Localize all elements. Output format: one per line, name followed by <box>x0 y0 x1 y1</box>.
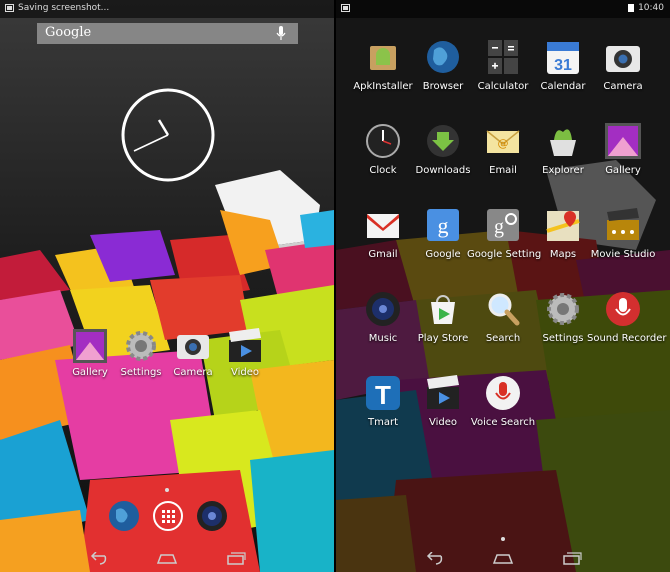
screenshot-icon <box>5 4 14 12</box>
home-app-video[interactable]: Video <box>215 328 275 378</box>
browser-globe-icon <box>427 41 459 73</box>
sound-recorder-icon <box>606 292 640 326</box>
gear-icon <box>547 293 579 325</box>
download-icon <box>427 125 459 157</box>
screenshot-icon <box>341 4 350 12</box>
all-apps-grid-icon[interactable] <box>152 500 184 532</box>
home-app-settings[interactable]: Settings <box>111 328 171 378</box>
status-time: 10:40 <box>638 3 664 13</box>
calculator-icon <box>488 40 518 74</box>
apk-installer-icon <box>370 46 396 70</box>
page-indicator-dot <box>501 537 505 541</box>
svg-text:@: @ <box>498 137 509 150</box>
home-icon[interactable] <box>156 552 178 564</box>
clock-icon <box>366 124 400 158</box>
tmart-icon: T <box>366 376 400 410</box>
svg-text:g: g <box>438 213 449 238</box>
google-search-label: Google <box>45 25 92 40</box>
navigation-bar <box>0 548 334 572</box>
drawer-app-label: Voice Search <box>470 417 536 428</box>
voice-search-icon <box>486 376 520 410</box>
camera-icon <box>606 46 640 72</box>
navigation-bar <box>336 548 670 572</box>
email-icon: @ <box>486 130 520 153</box>
home-screen: Saving screenshot... Google Gallery Sett… <box>0 0 334 572</box>
drawer-app-gallery[interactable]: Gallery <box>587 122 659 176</box>
home-icon[interactable] <box>492 552 514 564</box>
status-bar: 10:40 <box>336 0 670 18</box>
svg-text:T: T <box>375 380 391 410</box>
music-speaker-icon[interactable] <box>196 500 228 532</box>
drawer-app-movie-studio[interactable]: Movie Studio <box>587 206 659 260</box>
back-icon[interactable] <box>424 552 444 566</box>
drawer-app-sound-recorder[interactable]: Sound Recorder <box>587 290 667 344</box>
gallery-icon <box>605 123 641 159</box>
back-icon[interactable] <box>88 552 108 566</box>
maps-icon <box>546 211 580 241</box>
browser-globe-icon[interactable] <box>108 500 140 532</box>
search-icon <box>488 293 520 326</box>
home-app-label: Video <box>230 367 260 378</box>
google-settings-icon: g <box>487 209 519 241</box>
play-store-icon <box>431 295 455 324</box>
microphone-icon[interactable] <box>276 26 286 41</box>
music-speaker-icon <box>366 292 400 326</box>
movie-studio-icon <box>607 208 639 240</box>
drawer-app-label: Camera <box>603 81 643 92</box>
clapperboard-icon <box>427 375 459 409</box>
svg-text:31: 31 <box>554 57 572 74</box>
clapperboard-icon <box>229 328 261 362</box>
camera-icon <box>177 335 209 359</box>
home-app-label: Settings <box>120 367 162 378</box>
app-drawer-screen: 10:40 ApkInstaller Browser Calculator 31 Cal… <box>336 0 670 572</box>
gallery-icon <box>73 329 107 363</box>
recent-apps-icon[interactable] <box>226 552 246 566</box>
page-indicator-dot <box>165 488 169 492</box>
home-app-camera[interactable]: Camera <box>163 328 223 378</box>
gear-icon <box>126 331 156 361</box>
cubes-wallpaper <box>0 0 334 572</box>
svg-text:g: g <box>494 216 504 238</box>
analog-clock-widget[interactable] <box>121 88 215 182</box>
battery-icon <box>628 4 634 12</box>
google-search-bar[interactable]: Google <box>37 23 298 44</box>
home-app-label: Camera <box>173 367 213 378</box>
drawer-app-label: Gallery <box>605 165 641 176</box>
drawer-app-voice-search[interactable]: Voice Search <box>467 374 539 428</box>
drawer-app-label: Movie Studio <box>590 249 656 260</box>
explorer-icon <box>550 129 576 156</box>
drawer-app-camera[interactable]: Camera <box>587 38 659 92</box>
recent-apps-icon[interactable] <box>562 552 582 566</box>
status-notification-text: Saving screenshot... <box>18 3 110 13</box>
gmail-icon <box>367 214 399 238</box>
drawer-app-label: Sound Recorder <box>587 333 667 344</box>
calendar-icon: 31 <box>547 42 579 74</box>
status-bar: Saving screenshot... <box>0 0 334 18</box>
google-search-icon: g <box>427 209 459 241</box>
